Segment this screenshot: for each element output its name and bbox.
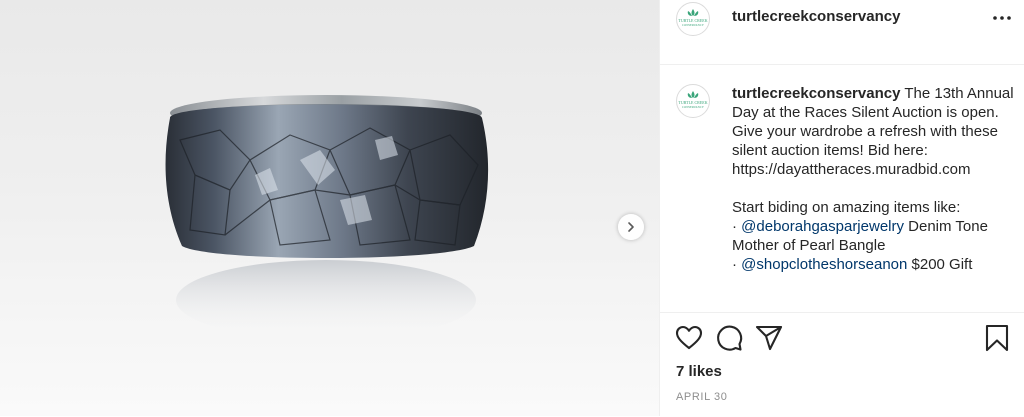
post-date[interactable]: APRIL 30 bbox=[676, 391, 727, 403]
caption-list-item: · @deborahgasparjewelry Denim Tone Mothe… bbox=[732, 217, 1017, 255]
caption-item-text: $200 Gift bbox=[907, 256, 973, 273]
bullet: · bbox=[732, 218, 742, 235]
svg-text:CONSERVANCY: CONSERVANCY bbox=[682, 23, 705, 27]
caption-list-item: · @shopclotheshorseanon $200 Gift bbox=[732, 255, 1017, 274]
caption-avatar[interactable]: TURTLE CREEK CONSERVANCY bbox=[676, 84, 710, 118]
mention-link[interactable]: @deborahgasparjewelry bbox=[741, 218, 904, 235]
bookmark-icon bbox=[985, 324, 1009, 352]
bangle-photo bbox=[165, 95, 489, 340]
chevron-right-icon bbox=[628, 222, 634, 232]
caption-list-intro: Start biding on amazing items like: bbox=[732, 199, 961, 216]
caption-paragraph: turtlecreekconservancy The 13th Annual D… bbox=[732, 84, 1017, 179]
like-button[interactable] bbox=[674, 323, 704, 353]
svg-text:CONSERVANCY: CONSERVANCY bbox=[682, 105, 705, 109]
instagram-post: TURTLE CREEK CONSERVANCY turtlecreekcons… bbox=[0, 0, 1024, 416]
share-button[interactable] bbox=[754, 323, 784, 353]
post-media[interactable] bbox=[0, 0, 659, 416]
ellipsis-horizontal-icon bbox=[993, 16, 1011, 20]
post-side-panel: TURTLE CREEK CONSERVANCY turtlecreekcons… bbox=[659, 0, 1024, 416]
paper-plane-icon bbox=[755, 325, 783, 351]
more-options-button[interactable] bbox=[990, 10, 1014, 26]
next-media-button[interactable] bbox=[618, 214, 644, 240]
post-header: TURTLE CREEK CONSERVANCY turtlecreekcons… bbox=[660, 0, 1024, 65]
turtle-creek-logo: TURTLE CREEK CONSERVANCY bbox=[678, 9, 708, 27]
post-actions: 7 likes APRIL 30 bbox=[660, 312, 1024, 417]
mention-link[interactable]: @shopclotheshorseanon bbox=[741, 256, 907, 273]
comment-icon bbox=[717, 325, 743, 351]
caption-text: turtlecreekconservancy The 13th Annual D… bbox=[732, 84, 1017, 274]
username-link[interactable]: turtlecreekconservancy bbox=[732, 8, 900, 25]
likes-count[interactable]: 7 likes bbox=[676, 363, 722, 380]
save-button[interactable] bbox=[982, 323, 1012, 353]
heart-icon bbox=[675, 325, 703, 350]
avatar[interactable]: TURTLE CREEK CONSERVANCY bbox=[676, 2, 710, 36]
caption-username-link[interactable]: turtlecreekconservancy bbox=[732, 85, 900, 102]
caption-area: TURTLE CREEK CONSERVANCY turtlecreekcons… bbox=[660, 64, 1024, 312]
bullet: · bbox=[732, 256, 742, 273]
turtle-creek-logo: TURTLE CREEK CONSERVANCY bbox=[678, 91, 708, 109]
comment-button[interactable] bbox=[714, 323, 744, 353]
